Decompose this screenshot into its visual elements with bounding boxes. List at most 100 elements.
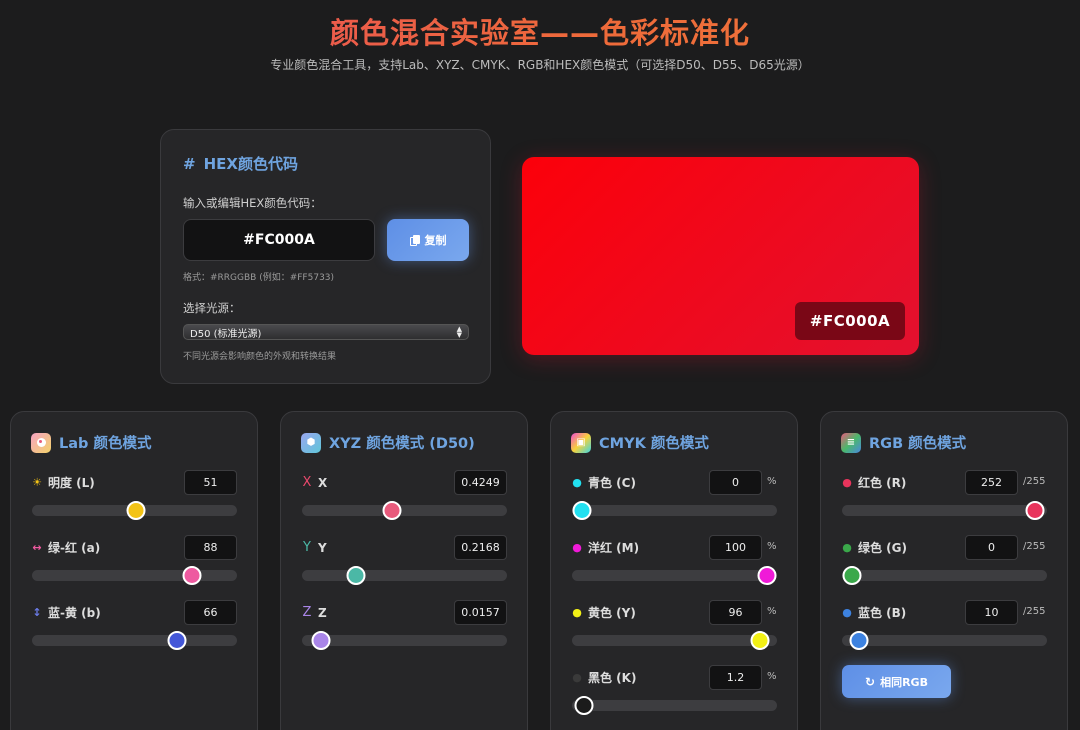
slider-thumb[interactable] [167,631,187,650]
select-arrows-icon: ▲ ▼ [456,325,462,339]
hex-panel: # HEX颜色代码 输入或编辑HEX颜色代码： 复制 格式：#RRGGBB (例… [160,129,491,384]
slider-thumb[interactable] [346,566,366,585]
xyz-row-x: XX 0.4249 [302,470,517,520]
lab-l-slider[interactable] [32,501,237,520]
xyz-x-slider[interactable] [302,501,507,520]
cmyk-y-slider[interactable] [572,631,777,650]
slider-thumb[interactable] [757,566,777,585]
xyz-row-y: YY 0.2168 [302,535,517,585]
slider-thumb[interactable] [750,631,770,650]
cmyk-c-input[interactable]: 0 [709,470,762,495]
xyz-panel: ⬢ XYZ 颜色模式 (D50) XX 0.4249 YY 0.2168 ZZ … [280,411,528,730]
cmyk-row-y: ● 黄色 (Y) 96 % [572,600,787,650]
slider-thumb[interactable] [572,501,592,520]
xyz-z-input[interactable]: 0.0157 [454,600,507,625]
slider-thumb[interactable] [574,696,594,715]
z-icon: Z [302,605,312,620]
hex-format-hint: 格式：#RRGGBB (例如：#FF5733) [183,273,335,283]
xyz-y-slider[interactable] [302,566,507,585]
rgb-b-input[interactable]: 10 [965,600,1018,625]
xyz-y-input[interactable]: 0.2168 [454,535,507,560]
cmyk-row-m: ● 洋红 (M) 100 % [572,535,787,585]
slider-thumb[interactable] [126,501,146,520]
lab-l-input[interactable]: 51 [184,470,237,495]
page-subtitle: 专业颜色混合工具，支持Lab、XYZ、CMYK、RGB和HEX颜色模式（可选择D… [270,58,810,72]
lab-row-l: ☀ 明度 (L) 51 [32,470,247,520]
rgb-row-r: ● 红色 (R) 252 /255 [842,470,1057,520]
hex-input[interactable] [183,219,375,261]
unit-label: % [767,541,777,552]
cmyk-k-input[interactable]: 1.2 [709,665,762,690]
xyz-row-z: ZZ 0.0157 [302,600,517,650]
rgb-row-g: ● 绿色 (G) 0 /255 [842,535,1057,585]
xyz-z-slider[interactable] [302,631,507,650]
cyan-drop-icon: ● [572,476,582,489]
left-right-arrow-icon: ↔ [32,541,42,554]
lab-row-b: ↕ 蓝-黄 (b) 66 [32,600,247,650]
copy-button[interactable]: 复制 [387,219,469,261]
sliders-icon: ≡ [841,432,861,453]
cmyk-y-input[interactable]: 96 [709,600,762,625]
rgb-r-input[interactable]: 252 [965,470,1018,495]
blue-drop-icon: ● [842,606,852,619]
sun-icon: ☀ [32,476,42,489]
preview-hex-label: #FC000A [795,302,905,340]
lab-a-input[interactable]: 88 [184,535,237,560]
rgb-b-slider[interactable] [842,631,1047,650]
cmyk-m-input[interactable]: 100 [709,535,762,560]
y-icon: Y [303,540,311,555]
illuminant-label: 选择光源： [183,301,241,315]
lab-a-slider[interactable] [32,566,237,585]
black-drop-icon: ● [572,671,582,684]
lab-row-a: ↔ 绿-红 (a) 88 [32,535,247,585]
cmyk-panel: ▣ CMYK 颜色模式 ● 青色 (C) 0 % ● 洋红 (M) 100 % ● 黄… [550,411,798,730]
lab-panel: Lab 颜色模式 ☀ 明度 (L) 51 ↔ 绿-红 (a) 88 ↕ 蓝-黄 (b)… [10,411,258,730]
rgb-g-slider[interactable] [842,566,1047,585]
slider-thumb[interactable] [311,631,331,650]
unit-label: /255 [1023,541,1046,552]
yellow-drop-icon: ● [572,606,582,619]
xyz-x-input[interactable]: 0.4249 [454,470,507,495]
lab-b-input[interactable]: 66 [184,600,237,625]
rgb-g-input[interactable]: 0 [965,535,1018,560]
color-preview: #FC000A [522,157,919,355]
cmyk-k-slider[interactable] [572,696,777,715]
rgb-panel: ≡ RGB 颜色模式 ● 红色 (R) 252 /255 ● 绿色 (G) 0 /2… [820,411,1068,730]
cmyk-row-c: ● 青色 (C) 0 % [572,470,787,520]
cube-icon: ⬢ [301,432,321,453]
cmyk-c-slider[interactable] [572,501,777,520]
slider-thumb[interactable] [1025,501,1045,520]
lab-panel-title: Lab 颜色模式 [31,432,237,453]
rgb-r-slider[interactable] [842,501,1047,520]
palette-icon [31,432,51,453]
cmyk-panel-title: ▣ CMYK 颜色模式 [571,432,777,453]
slider-thumb[interactable] [842,566,862,585]
unit-label: % [767,671,777,682]
cmyk-m-slider[interactable] [572,566,777,585]
illuminant-note: 不同光源会影响颜色的外观和转换结果 [183,352,337,362]
same-rgb-label: 相同RGB [880,675,928,689]
same-rgb-button[interactable]: ↻ 相同RGB [842,665,951,698]
hash-icon: # [183,154,196,173]
red-drop-icon: ● [842,476,852,489]
xyz-panel-title: ⬢ XYZ 颜色模式 (D50) [301,432,507,453]
cmyk-row-k: ● 黑色 (K) 1.2 % [572,665,787,715]
unit-label: /255 [1023,606,1046,617]
rgb-row-b: ● 蓝色 (B) 10 /255 [842,600,1057,650]
slider-thumb[interactable] [849,631,869,650]
slider-thumb[interactable] [382,501,402,520]
page-title: 颜色混合实验室——色彩标准化 [0,10,1080,52]
illuminant-select[interactable]: D50 (标准光源) ▲ ▼ [183,324,469,340]
copy-button-label: 复制 [424,234,447,247]
up-down-arrow-icon: ↕ [32,606,42,619]
x-icon: X [302,475,312,490]
rgb-panel-title: ≡ RGB 颜色模式 [841,432,1047,453]
hex-panel-title: # HEX颜色代码 [183,154,298,174]
illuminant-selected-value: D50 (标准光源) [190,328,262,340]
lab-b-slider[interactable] [32,631,237,650]
refresh-icon: ↻ [865,674,876,689]
hex-input-label: 输入或编辑HEX颜色代码： [183,196,322,210]
unit-label: /255 [1023,476,1046,487]
slider-thumb[interactable] [182,566,202,585]
printer-icon: ▣ [571,432,591,453]
